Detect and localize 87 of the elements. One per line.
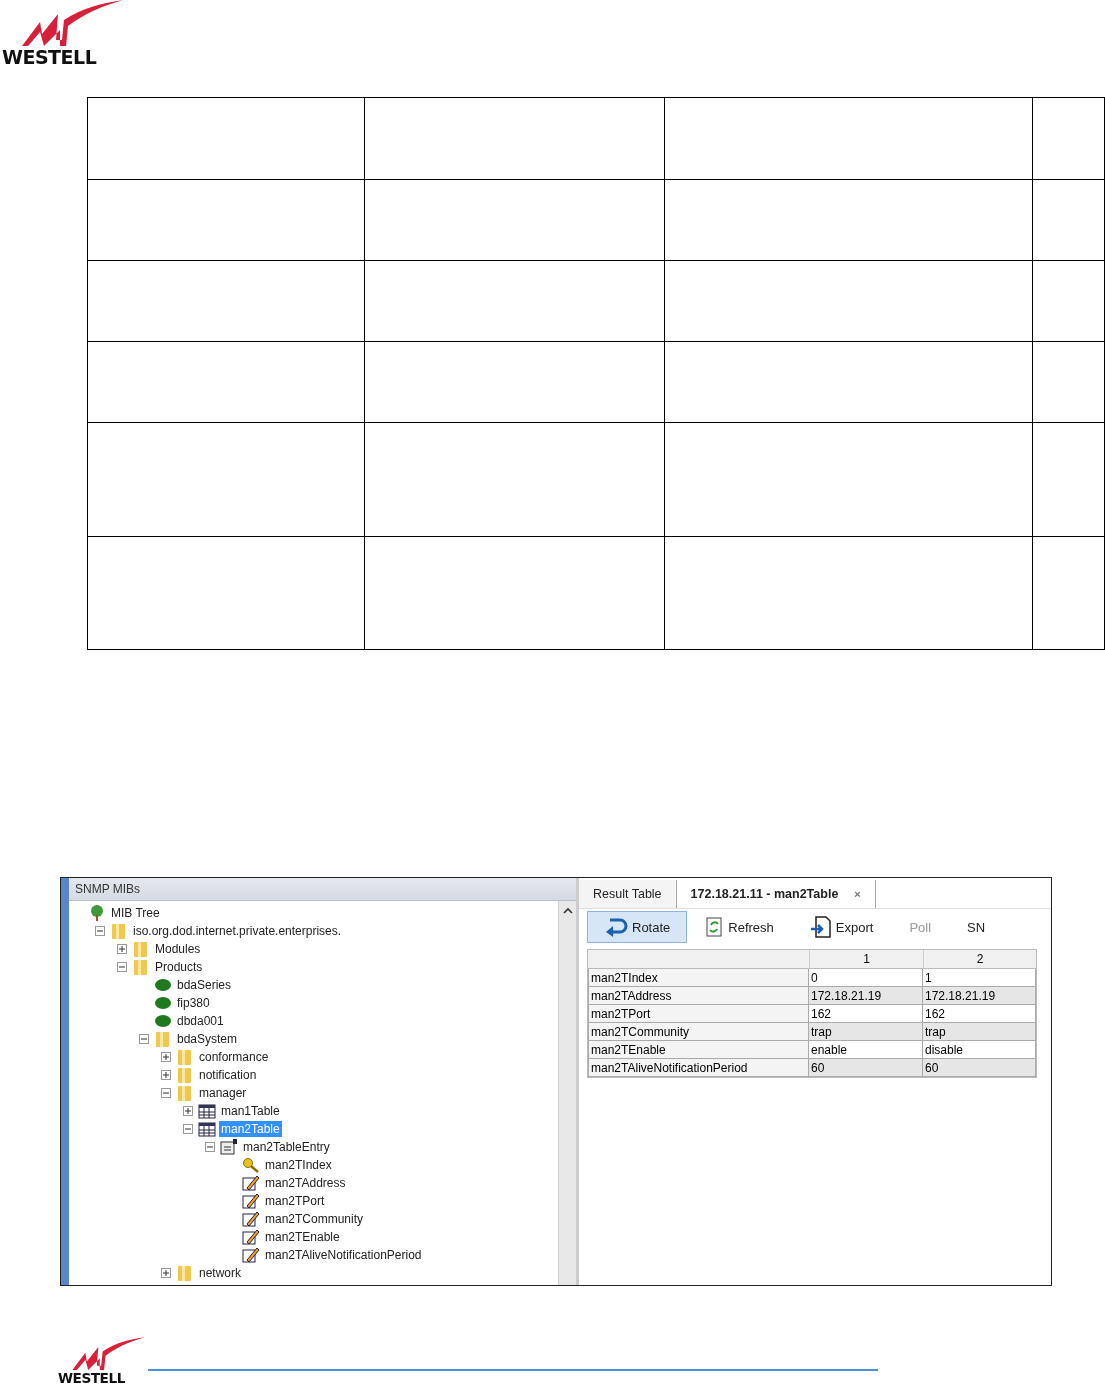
table-cell: disable xyxy=(923,1041,1036,1059)
logo-wordmark: WESTELL xyxy=(2,48,97,67)
tree-item[interactable]: conformance xyxy=(197,1049,271,1065)
tree-item[interactable]: manager xyxy=(197,1085,249,1101)
pen-icon xyxy=(242,1175,260,1191)
export-icon xyxy=(809,916,832,938)
tree-item[interactable]: man1Table xyxy=(219,1103,282,1119)
collapse-icon[interactable] xyxy=(95,926,105,936)
tree-item[interactable]: bdaSystem xyxy=(175,1031,240,1047)
entry-icon xyxy=(220,1139,238,1155)
pen-icon xyxy=(242,1229,260,1245)
tree-item[interactable]: Modules xyxy=(153,941,203,957)
table-cell: 60 xyxy=(809,1059,923,1077)
table-cell: trap xyxy=(809,1023,923,1041)
collapse-icon[interactable] xyxy=(161,1088,171,1098)
tree-item[interactable]: man2TCommunity xyxy=(263,1211,366,1227)
expand-icon[interactable] xyxy=(161,1070,171,1080)
row-header: man2TIndex xyxy=(588,969,809,987)
collapse-icon[interactable] xyxy=(139,1034,149,1044)
toolbar-button[interactable]: Export xyxy=(792,911,891,943)
tab-label: 172.18.21.11 - man2Table xyxy=(690,887,839,901)
toolbar-button[interactable]: Rotate xyxy=(587,911,688,943)
tree-item[interactable]: man2TPort xyxy=(263,1193,327,1209)
tree-item[interactable]: dbda001 xyxy=(175,1013,226,1029)
row-header: man2TCommunity xyxy=(588,1023,809,1041)
pen-icon xyxy=(242,1247,260,1263)
leaf-icon xyxy=(154,977,172,993)
table-cell: 60 xyxy=(923,1059,1036,1077)
table-cell: trap xyxy=(923,1023,1036,1041)
refresh-icon xyxy=(706,917,725,937)
scroll-up-icon[interactable] xyxy=(562,907,573,915)
tree-item[interactable]: man2TIndex xyxy=(263,1157,334,1173)
table-cell: 172.18.21.19 xyxy=(809,987,923,1005)
tree-item[interactable]: notification xyxy=(197,1067,259,1083)
folder-icon xyxy=(176,1265,194,1281)
collapse-icon[interactable] xyxy=(117,962,127,972)
tree-item[interactable]: MIB Tree xyxy=(109,905,162,921)
expand-icon[interactable] xyxy=(183,1106,193,1116)
table-cell: 0 xyxy=(809,969,923,987)
tree-item[interactable]: iso.org.dod.internet.private.enterprises. xyxy=(131,923,344,939)
scrollbar[interactable] xyxy=(558,901,576,1285)
tab[interactable]: Result Table xyxy=(579,880,677,908)
tree-item[interactable]: man2TableEntry xyxy=(241,1139,332,1155)
table-icon xyxy=(198,1103,216,1119)
pen-icon xyxy=(242,1193,260,1209)
folder-icon xyxy=(176,1067,194,1083)
tree-item[interactable]: fip380 xyxy=(175,995,212,1011)
tree-item[interactable]: man2TAliveNotificationPeriod xyxy=(263,1247,424,1263)
folder-icon xyxy=(176,1085,194,1101)
folder-icon xyxy=(132,941,150,957)
close-icon[interactable]: × xyxy=(854,888,861,900)
folder-icon xyxy=(176,1049,194,1065)
collapse-icon[interactable] xyxy=(205,1142,215,1152)
table-cell: 162 xyxy=(809,1005,923,1023)
logo-wordmark: WESTELL xyxy=(58,1371,125,1386)
toolbar-button[interactable]: SN xyxy=(950,911,1003,943)
collapse-icon[interactable] xyxy=(183,1124,193,1134)
rotate-icon xyxy=(604,916,628,938)
table-cell: 162 xyxy=(923,1005,1036,1023)
tree-item[interactable]: Products xyxy=(153,959,205,975)
leaf-icon xyxy=(154,1013,172,1029)
table-cell: enable xyxy=(809,1041,923,1059)
tree-icon xyxy=(88,905,106,921)
tab-label: Result Table xyxy=(593,887,662,901)
toolbar-button[interactable]: Refresh xyxy=(689,911,791,943)
expand-icon[interactable] xyxy=(117,944,127,954)
row-header: man2TAddress xyxy=(588,987,809,1005)
folder-icon xyxy=(154,1031,172,1047)
folder-icon xyxy=(132,959,150,975)
table-cell: 172.18.21.19 xyxy=(923,987,1036,1005)
table-icon xyxy=(198,1121,216,1137)
tree-item[interactable]: network xyxy=(197,1265,244,1281)
leaf-icon xyxy=(154,995,172,1011)
column-header: 2 xyxy=(923,950,1036,969)
tree-item[interactable]: bdaSeries xyxy=(175,977,234,993)
pen-icon xyxy=(242,1211,260,1227)
column-header: 1 xyxy=(809,950,923,969)
expand-icon[interactable] xyxy=(161,1052,171,1062)
row-header: man2TAliveNotificationPeriod xyxy=(588,1059,809,1077)
folder-icon xyxy=(110,923,128,939)
row-header: man2TEnable xyxy=(588,1041,809,1059)
tree-item[interactable]: man2TAddress xyxy=(263,1175,348,1191)
row-header: man2TPort xyxy=(588,1005,809,1023)
table-cell: 1 xyxy=(923,969,1036,987)
tree-item[interactable]: man2TEnable xyxy=(263,1229,342,1245)
pane-title: SNMP MIBs xyxy=(69,878,576,901)
expand-icon[interactable] xyxy=(161,1268,171,1278)
